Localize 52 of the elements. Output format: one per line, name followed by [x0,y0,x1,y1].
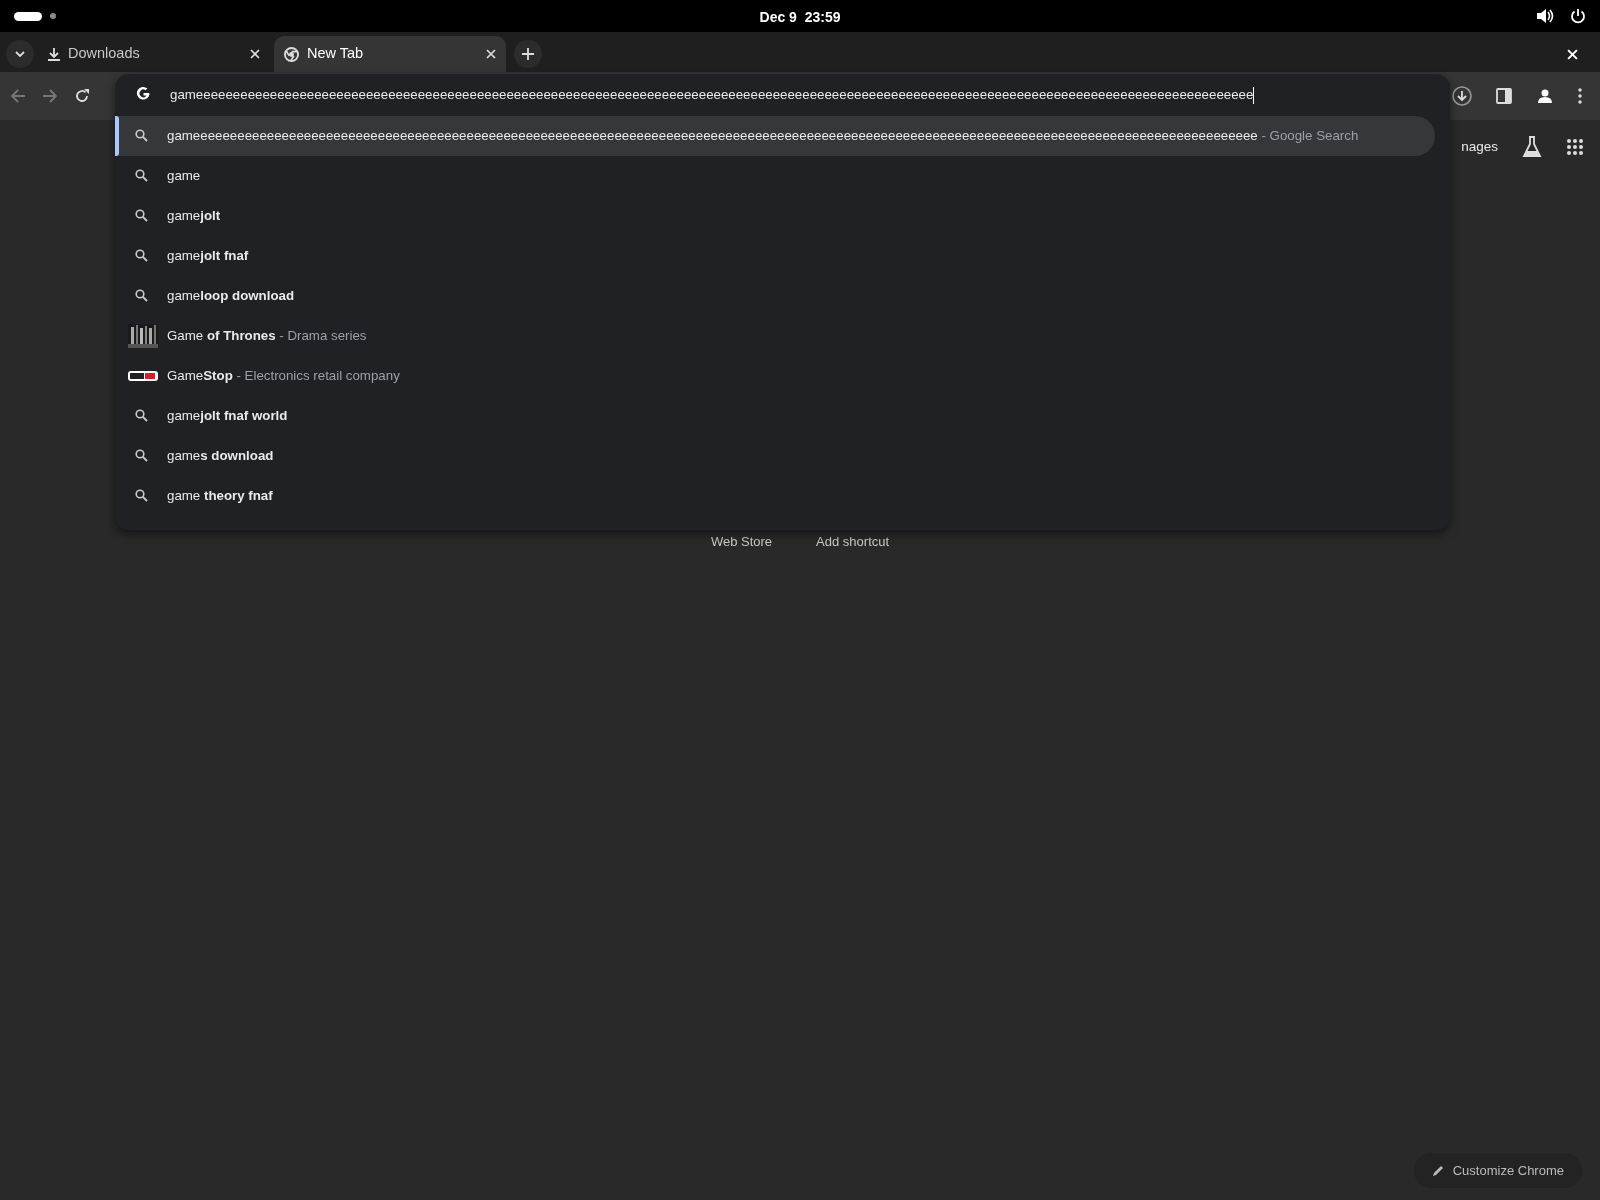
profile-icon[interactable] [1536,87,1554,105]
logo-icon [128,371,158,381]
suggestion-item[interactable]: gamejolt fnaf [115,236,1435,276]
activities-icon[interactable] [14,11,42,21]
browser-tab[interactable]: Downloads [38,36,270,72]
suggestion-item[interactable]: gamejolt [115,196,1435,236]
search-icon [135,449,148,462]
customize-chrome-button[interactable]: Customize Chrome [1413,1152,1582,1188]
search-icon [135,489,148,502]
shortcut-link[interactable]: Add shortcut [816,532,890,552]
workspace-dot-icon [50,13,56,19]
download-icon [48,47,60,61]
search-icon [135,209,148,222]
back-icon[interactable] [10,88,26,104]
suggestion-item[interactable]: games download [115,436,1435,476]
suggestion-item[interactable]: gameeeeeeeeeeeeeeeeeeeeeeeeeeeeeeeeeeeeeeeeeeeeeeeeeeeeeeeeeeeeeeeeeeeeeeeeeeeeeeeeeeeeeeeeeeeeeeeeeeeeeeeeeeeeeeeeeeeeeeeeeeeeeeeeeeeeeeeeeeeeeeee - Google Search [115,116,1435,156]
suggestion-item[interactable]: gameloop download [115,276,1435,316]
close-icon[interactable] [486,49,496,59]
shortcut-link[interactable]: Web Store [710,532,773,552]
address-field[interactable]: gameeeeeeeeeeeeeeeeeeeeeeeeeeeeeeeeeeeeeeeeeeeeeeeeeeeeeeeeeeeeeeeeeeeeeeeeeeeeeeeeeeeeeeeeeeeeeeeeeeeeeeeeeeeeeeeeeeeeeeeeeeeeeeeeeeeeeeeeeeeeeee [115,74,1450,116]
forward-icon[interactable] [42,88,58,104]
side-panel-icon[interactable] [1496,88,1512,104]
download-icon[interactable] [1452,86,1472,106]
tab-title: New Tab [307,44,365,64]
tab-list-button[interactable] [6,40,34,68]
suggestion-item[interactable]: Game of Thrones - Drama series [115,316,1435,356]
images-link[interactable]: nages [1461,136,1498,158]
suggestion-item[interactable]: GameStop - Electronics retail company [115,356,1435,396]
search-icon [135,169,148,182]
pencil-icon [1431,1163,1445,1177]
search-icon [135,249,148,262]
clock[interactable]: Dec 9 23:59 [759,7,841,28]
tab-title: Downloads [68,44,141,64]
apps-grid-icon[interactable] [1566,138,1584,156]
plus-icon [522,48,534,60]
chrome-icon [284,46,299,62]
search-icon [135,289,148,302]
reload-icon[interactable] [74,88,90,104]
suggestion-item[interactable]: game theory fnaf [115,476,1435,516]
chevron-down-icon [15,51,25,57]
suggestion-item[interactable]: gamejolt fnaf world [115,396,1435,436]
search-icon [135,409,148,422]
close-icon[interactable] [250,49,260,59]
browser-tab[interactable]: New Tab [274,36,506,72]
flask-icon[interactable] [1522,136,1542,158]
menu-icon[interactable] [1578,88,1582,104]
volume-icon[interactable] [1536,8,1554,24]
search-icon [135,129,148,142]
google-icon [135,86,151,102]
power-icon[interactable] [1570,8,1586,24]
suggestion-item[interactable]: game [115,156,1435,196]
new-tab-button[interactable] [514,40,542,68]
